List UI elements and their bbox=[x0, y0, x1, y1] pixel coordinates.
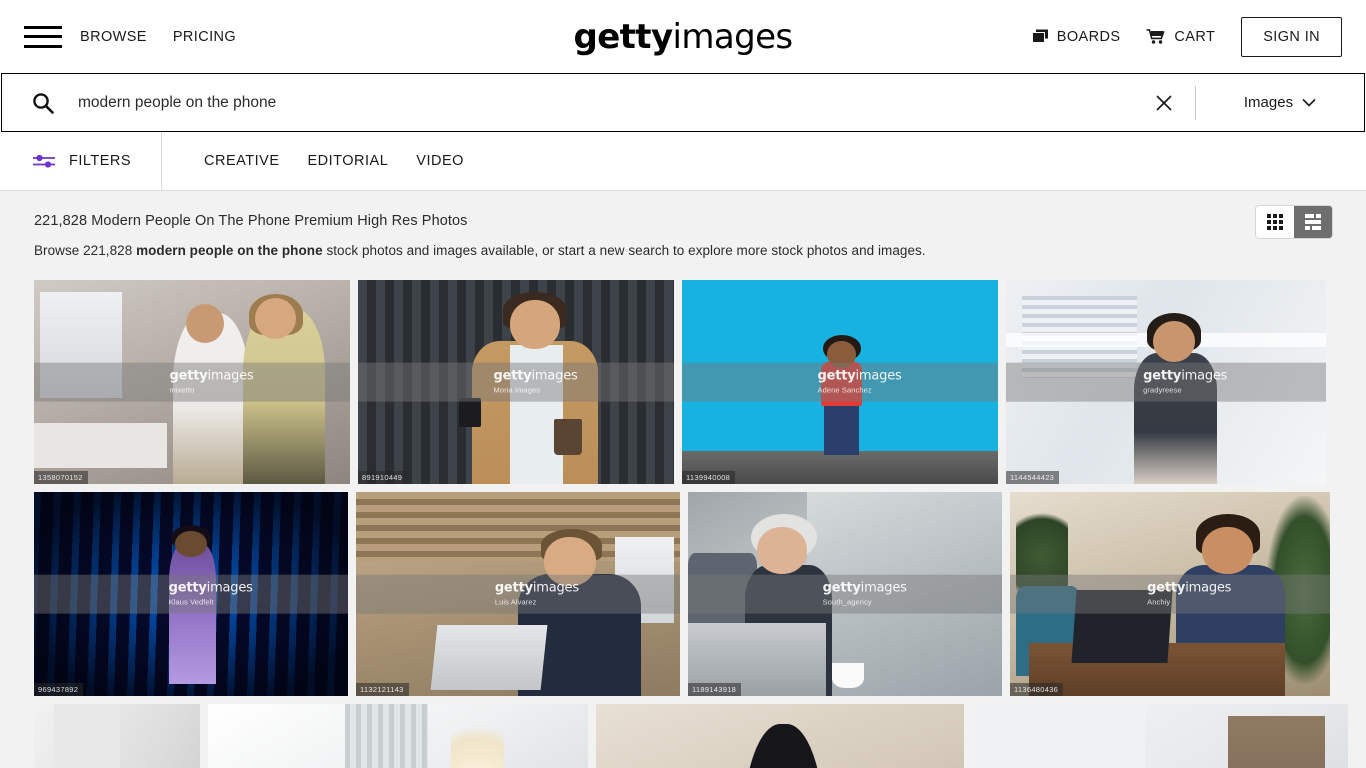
results-area: 221,828 Modern People On The Phone Premi… bbox=[0, 191, 1366, 768]
results-description: Browse 221,828 modern people on the phon… bbox=[34, 243, 1332, 258]
tab-video[interactable]: VIDEO bbox=[402, 153, 478, 169]
clear-search-button[interactable] bbox=[1147, 86, 1181, 120]
boards-label: BOARDS bbox=[1056, 28, 1121, 45]
image-tile[interactable] bbox=[208, 704, 588, 768]
image-tile[interactable] bbox=[596, 704, 964, 768]
image-tile[interactable]: gettyimages Adene Sanchez 1139940008 bbox=[682, 280, 998, 484]
category-tabs: CREATIVE EDITORIAL VIDEO bbox=[162, 132, 478, 190]
tile-photo bbox=[972, 704, 1348, 768]
cart-button[interactable]: CART bbox=[1146, 29, 1215, 45]
getty-images-logo[interactable]: gettyimages bbox=[573, 16, 794, 57]
tab-creative[interactable]: CREATIVE bbox=[190, 153, 293, 169]
grid-row: gettyimages mixetto 1358070152 gettyimag… bbox=[34, 280, 1332, 484]
image-tile[interactable]: gettyimages Luis Alvarez 1132121143 bbox=[356, 492, 680, 696]
filter-bar: FILTERS CREATIVE EDITORIAL VIDEO bbox=[0, 132, 1366, 191]
results-grid: gettyimages mixetto 1358070152 gettyimag… bbox=[0, 258, 1366, 768]
sliders-icon bbox=[32, 153, 56, 169]
sign-in-button[interactable]: SIGN IN bbox=[1241, 16, 1342, 57]
image-tile[interactable]: gettyimages Moria Images 891910449 bbox=[358, 280, 674, 484]
media-type-label: Images bbox=[1243, 94, 1294, 111]
logo-text-bold: getty bbox=[573, 16, 673, 57]
image-tile[interactable]: gettyimages mixetto 1358070152 bbox=[34, 280, 350, 484]
search-bar: Images bbox=[1, 73, 1365, 132]
mosaic-view-icon bbox=[1305, 214, 1321, 230]
search-icon[interactable] bbox=[2, 92, 72, 114]
tile-photo bbox=[1006, 280, 1326, 484]
tab-editorial[interactable]: EDITORIAL bbox=[294, 153, 403, 169]
results-title: 221,828 Modern People On The Phone Premi… bbox=[34, 213, 468, 229]
search-input[interactable] bbox=[72, 74, 1147, 131]
grid-view-button[interactable] bbox=[1256, 206, 1294, 238]
header-right-group: BOARDS CART SIGN IN bbox=[1031, 16, 1342, 57]
mosaic-view-button[interactable] bbox=[1294, 206, 1332, 238]
nav-link-pricing[interactable]: PRICING bbox=[173, 29, 236, 45]
grid-view-icon bbox=[1267, 214, 1283, 230]
cart-label: CART bbox=[1174, 28, 1216, 45]
tile-photo bbox=[34, 704, 200, 768]
image-tile[interactable]: gettyimages South_agency 1189143918 bbox=[688, 492, 1002, 696]
image-tile[interactable] bbox=[34, 704, 200, 768]
tile-photo bbox=[208, 704, 588, 768]
tile-photo bbox=[688, 492, 1002, 696]
tile-photo bbox=[34, 280, 350, 484]
hamburger-menu-icon[interactable] bbox=[24, 24, 62, 50]
boards-icon bbox=[1031, 29, 1049, 44]
image-tile[interactable] bbox=[972, 704, 1348, 768]
tile-photo bbox=[1010, 492, 1330, 696]
image-tile[interactable]: gettyimages Klaus Vedfelt 969437892 bbox=[34, 492, 348, 696]
view-toggle-group bbox=[1256, 206, 1332, 238]
header-left-group: BROWSE PRICING bbox=[24, 24, 262, 50]
grid-row bbox=[34, 704, 1348, 768]
site-header: BROWSE PRICING gettyimages BOARDS CART S… bbox=[0, 0, 1366, 73]
results-desc-query: modern people on the phone bbox=[136, 243, 323, 258]
chevron-down-icon bbox=[1302, 98, 1316, 107]
nav-link-browse[interactable]: BROWSE bbox=[80, 29, 147, 45]
tile-photo bbox=[356, 492, 680, 696]
filters-button[interactable]: FILTERS bbox=[0, 132, 163, 190]
results-desc-prefix: Browse 221,828 bbox=[34, 243, 137, 258]
image-tile[interactable]: gettyimages gradyreese 1144544423 bbox=[1006, 280, 1326, 484]
tile-photo bbox=[596, 704, 964, 768]
boards-button[interactable]: BOARDS bbox=[1031, 28, 1121, 45]
results-desc-suffix: stock photos and images available, or st… bbox=[322, 243, 926, 258]
image-tile[interactable]: gettyimages Anchiy 1136480436 bbox=[1010, 492, 1330, 696]
tile-photo bbox=[34, 492, 348, 696]
logo-text-light: images bbox=[672, 16, 794, 57]
tile-photo bbox=[358, 280, 674, 484]
cart-icon bbox=[1146, 28, 1166, 45]
grid-row: gettyimages Klaus Vedfelt 969437892 gett… bbox=[34, 492, 1332, 696]
media-type-dropdown[interactable]: Images bbox=[1196, 94, 1364, 111]
results-header: 221,828 Modern People On The Phone Premi… bbox=[0, 191, 1366, 258]
filters-label: FILTERS bbox=[69, 153, 132, 169]
tile-photo bbox=[682, 280, 998, 484]
